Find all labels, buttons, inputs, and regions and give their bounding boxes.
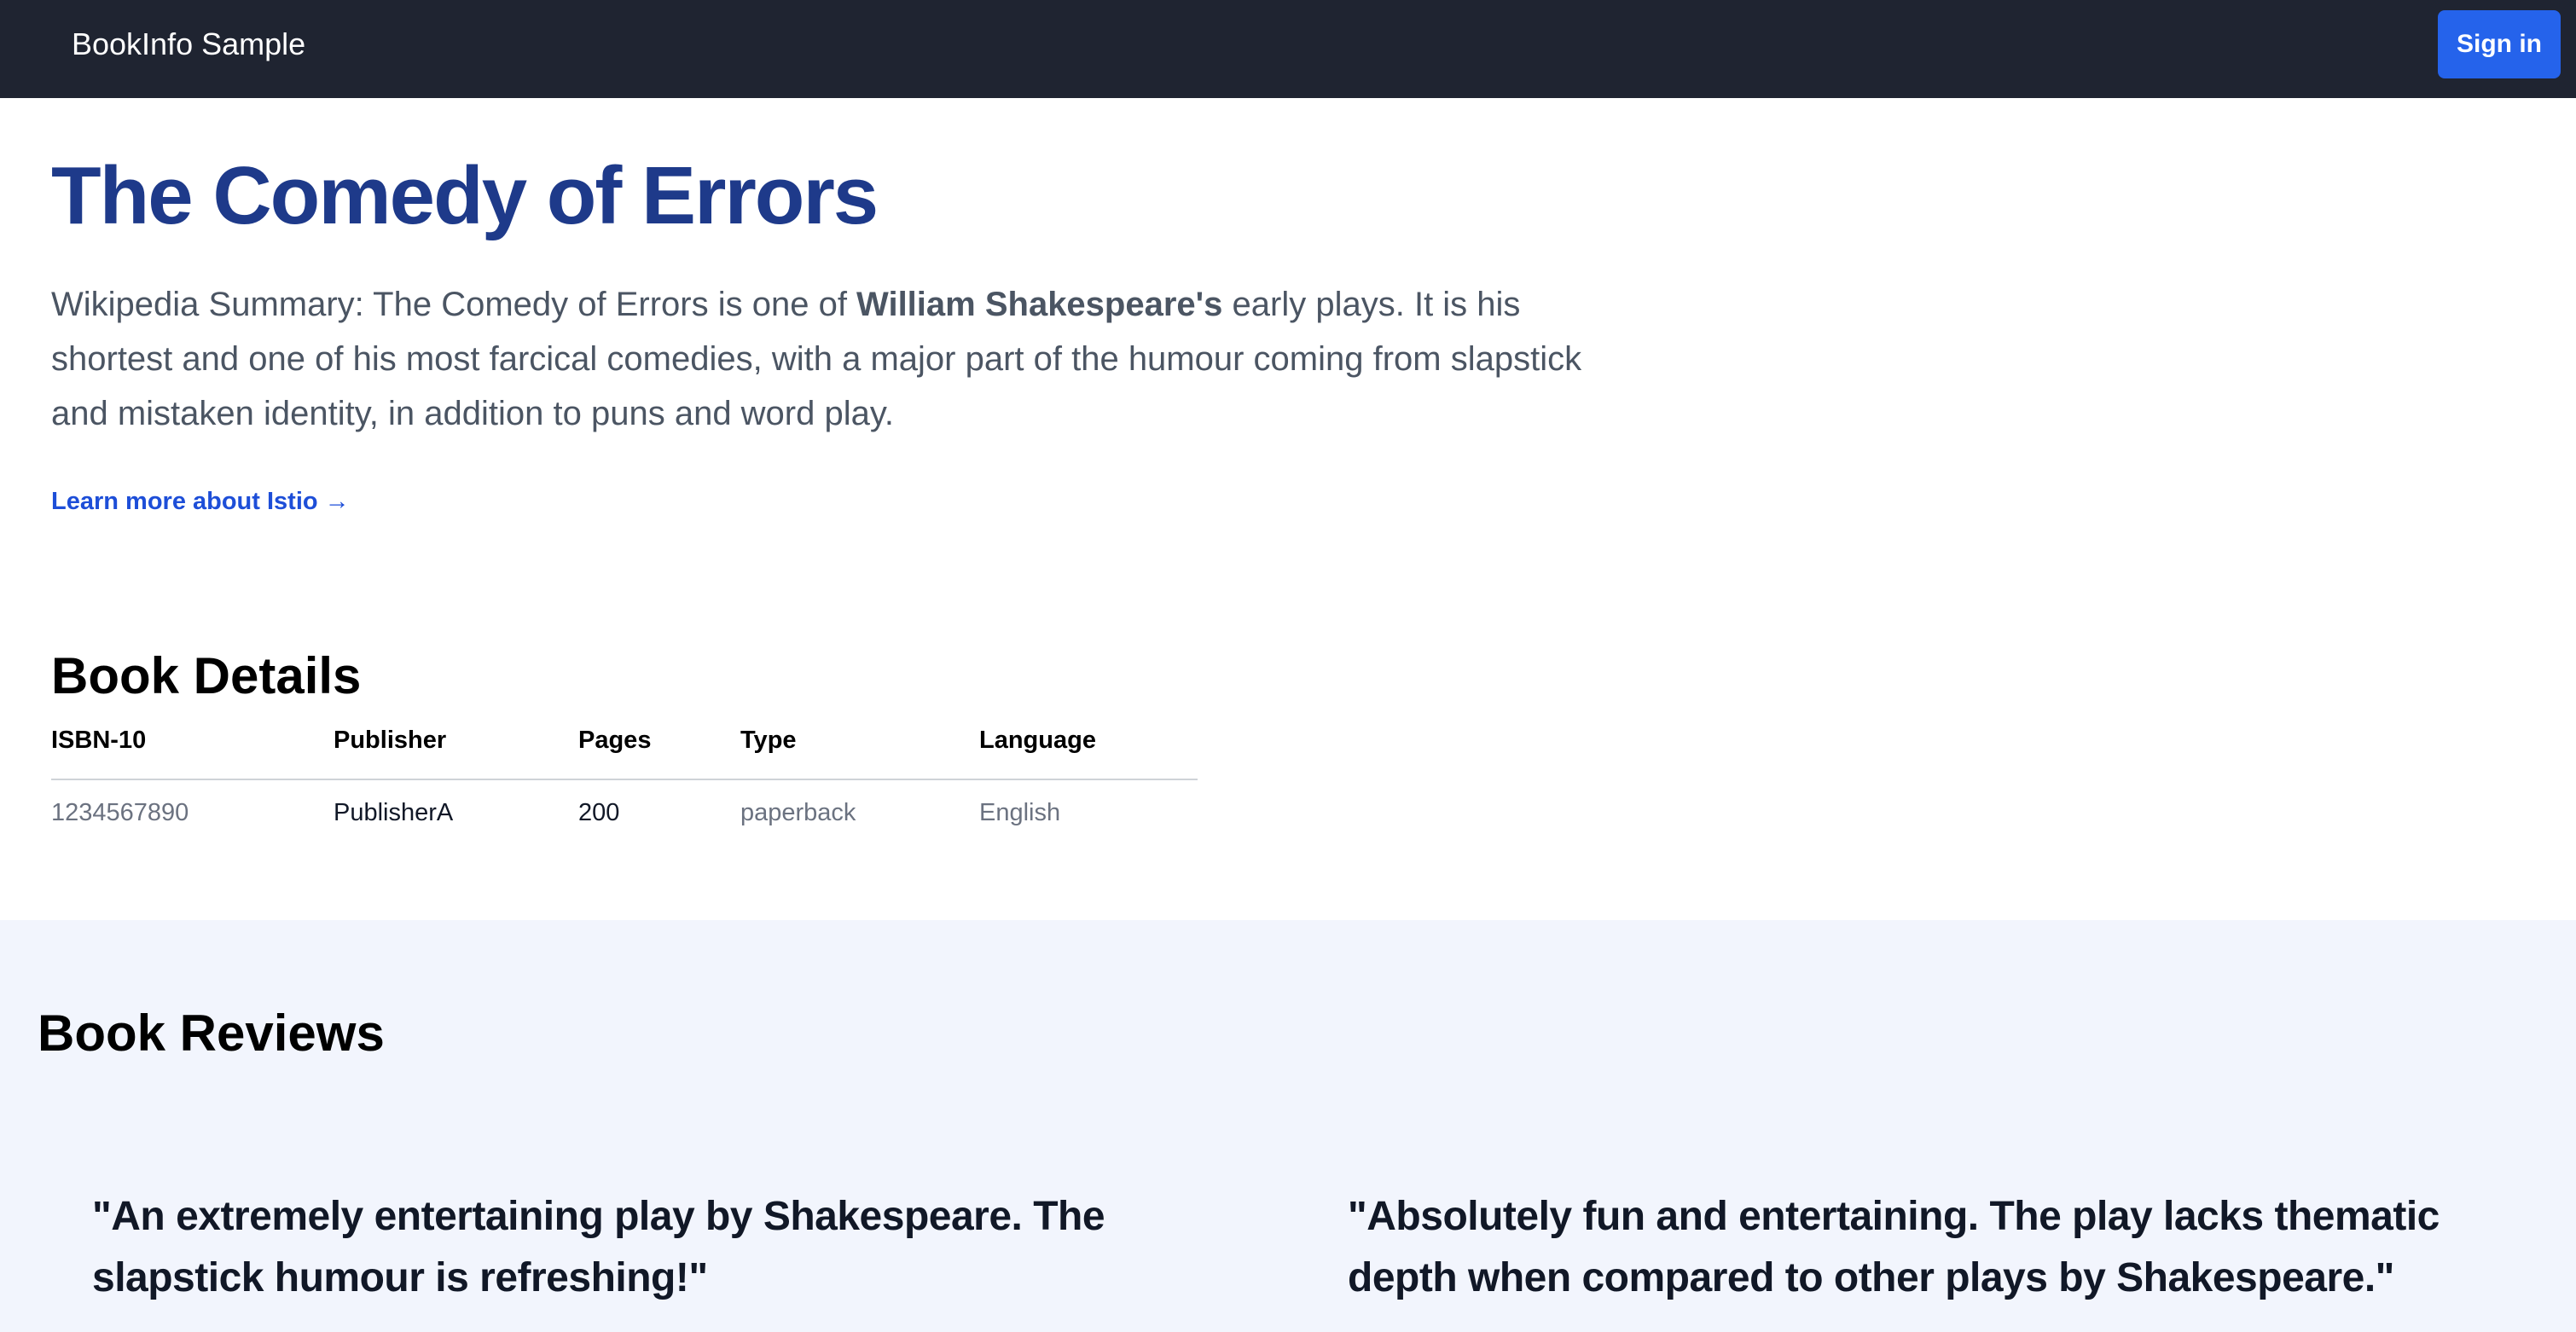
wikipedia-summary: Wikipedia Summary: The Comedy of Errors … xyxy=(51,277,1587,441)
cell-isbn: 1234567890 xyxy=(51,799,189,826)
summary-prefix: Wikipedia Summary: The Comedy of Errors … xyxy=(51,286,857,323)
column-header-publisher: Publisher xyxy=(334,716,578,780)
book-details-table: ISBN-10 Publisher Pages Type Language 12… xyxy=(51,716,1198,837)
column-header-pages: Pages xyxy=(578,716,740,780)
column-header-type: Type xyxy=(740,716,979,780)
book-reviews-section: Book Reviews "An extremely entertaining … xyxy=(0,920,2576,1332)
summary-author: William Shakespeare's xyxy=(856,286,1223,323)
table-header-row: ISBN-10 Publisher Pages Type Language xyxy=(51,716,1198,780)
table-row: 1234567890 PublisherA 200 paperback Engl… xyxy=(51,779,1198,837)
page-title: The Comedy of Errors xyxy=(51,150,879,241)
column-header-isbn: ISBN-10 xyxy=(51,716,334,780)
column-header-language: Language xyxy=(979,716,1198,780)
cell-language: English xyxy=(979,799,1061,826)
review-quote: "Absolutely fun and entertaining. The pl… xyxy=(1348,1194,2440,1300)
learn-more-link[interactable]: Learn more about Istio → xyxy=(51,484,350,518)
cell-type: paperback xyxy=(740,799,856,826)
brand-title[interactable]: BookInfo Sample xyxy=(72,24,305,65)
cell-publisher: PublisherA xyxy=(334,799,454,826)
review-quote: "An extremely entertaining play by Shake… xyxy=(92,1194,1105,1300)
book-reviews-heading: Book Reviews xyxy=(38,1005,385,1062)
top-navbar: BookInfo Sample Sign in xyxy=(0,0,2576,98)
cell-pages: 200 xyxy=(578,799,620,826)
sign-in-button[interactable]: Sign in xyxy=(2438,10,2561,78)
book-details-heading: Book Details xyxy=(51,647,362,704)
